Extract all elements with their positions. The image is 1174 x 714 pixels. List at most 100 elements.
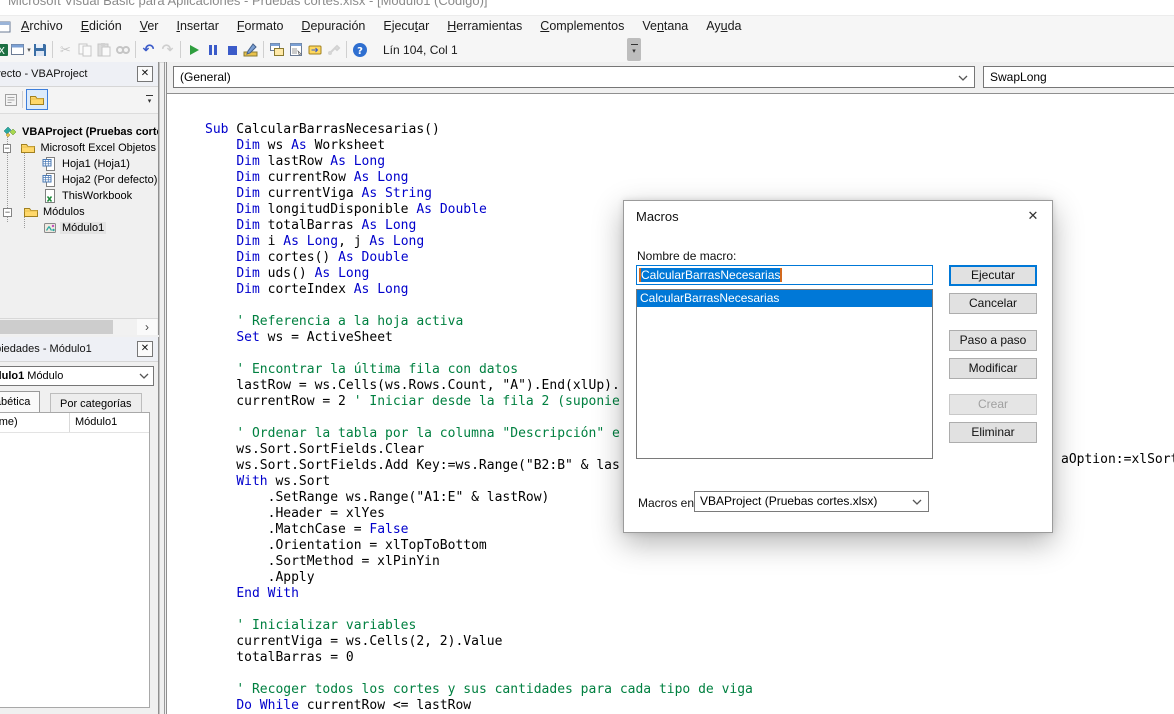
project-explorer-button[interactable] [267,39,286,60]
close-icon[interactable]: ✕ [137,341,153,357]
object-selector-name: Módulo1 [0,370,24,382]
ejecutar-button[interactable]: Ejecutar [949,265,1037,286]
object-selector-type: Módulo [24,370,63,382]
find-icon [115,42,131,58]
project-explorer-icon [269,42,285,58]
toolbar-buttons: X ▾ ✂ ↶↷? [0,37,369,62]
folder-icon [23,204,39,220]
toolbox-button[interactable] [324,39,343,60]
tree-item-label: Microsoft Excel Objetos [38,142,158,154]
menu-ayuda[interactable]: Ayuda [697,16,750,37]
menu-bar: ArchivoEdiciónVerInsertarFormatoDepuraci… [0,16,1174,37]
property-name: (Name) [0,413,18,432]
collapse-icon[interactable]: − [3,208,12,217]
paste-button[interactable] [94,39,113,60]
design-mode-button[interactable] [241,39,260,60]
menu-formato[interactable]: Formato [228,16,293,37]
hscrollbar-right-arrow[interactable]: › [137,319,157,335]
toolbar-options-button[interactable]: ▾ [627,38,641,61]
close-icon[interactable]: ✕ [1020,204,1046,228]
menu-archivo[interactable]: Archivo [12,16,72,37]
procedure-combo-value: SwapLong [990,70,1047,84]
menu-depuracion[interactable]: Depuración [292,16,374,37]
tab-alphabetic[interactable]: Alfabética [0,391,40,412]
menu-ventana[interactable]: Ventana [633,16,697,37]
module-icon [42,220,58,236]
macros-dialog: Macros ✕ Nombre de macro: CalcularBarras… [623,200,1053,533]
properties-panel-title: Propiedades - Módulo1 [0,337,92,361]
menu-herramientas[interactable]: Herramientas [438,16,531,37]
paste-icon [96,42,112,58]
menu-complementos[interactable]: Complementos [531,16,633,37]
procedure-combo[interactable]: SwapLong [983,66,1174,88]
tree-item[interactable]: Hoja1 (Hoja1) [0,156,158,172]
undo-button[interactable]: ↶ [139,39,158,60]
tree-item[interactable]: VBAProject (Pruebas cortes.xlsx) [0,124,158,140]
modificar-button[interactable]: Modificar [949,358,1037,379]
cut-icon: ✂ [60,42,71,58]
view-code-button[interactable] [3,92,19,108]
tree-item[interactable]: −Módulos [0,204,158,220]
vba-editor-window: Microsoft Visual Basic para Aplicaciones… [0,0,1174,714]
copy-button[interactable] [75,39,94,60]
macros-in-combo[interactable]: VBAProject (Pruebas cortes.xlsx) [694,491,929,512]
menu-insertar[interactable]: Insertar [167,16,227,37]
insert-userform-icon [10,42,26,58]
sheet-icon [42,172,58,188]
undo-icon: ↶ [143,41,155,58]
tree-item[interactable]: Módulo1 [0,220,158,236]
tree-item[interactable]: − Microsoft Excel Objetos [0,140,158,156]
macro-list-item[interactable]: CalcularBarrasNecesarias [637,290,932,307]
properties-panel-titlebar: Propiedades - Módulo1 ✕ [0,337,158,362]
tree-item-label: Hoja1 (Hoja1) [60,158,132,170]
properties-window-button[interactable] [286,39,305,60]
hscrollbar-thumb[interactable] [0,320,113,334]
toggle-folders-button[interactable] [26,89,48,110]
run-button[interactable] [184,39,203,60]
paso-a-paso-button[interactable]: Paso a paso [949,330,1037,351]
save-button[interactable] [30,39,49,60]
close-icon[interactable]: ✕ [137,66,153,82]
toolbox-icon [326,42,342,58]
chevron-down-icon [912,499,922,505]
collapse-icon[interactable]: − [3,144,11,153]
tree-item[interactable]: ThisWorkbook [0,188,158,204]
project-panel-toolbar: ▾ [0,87,158,114]
object-browser-icon [307,42,323,58]
save-icon [32,42,48,58]
property-row[interactable]: (Name) Módulo1 [0,413,149,433]
redo-button[interactable]: ↷ [158,39,177,60]
crear-button: Crear [949,394,1037,415]
cancelar-button[interactable]: Cancelar [949,293,1037,314]
menu-edicion[interactable]: Edición [72,16,131,37]
macros-in-label: Macros en: [638,496,697,510]
project-toolbar-overflow-button[interactable]: ▾ [144,90,155,109]
sheet-icon [42,156,58,172]
code-text-fragment: aOption:=xlSort [1061,452,1174,468]
object-selector-combo[interactable]: Módulo1 Módulo [0,366,154,386]
macro-list[interactable]: CalcularBarrasNecesarias [636,289,933,459]
menu-ver[interactable]: Ver [131,16,168,37]
find-button[interactable] [113,39,132,60]
object-browser-button[interactable] [305,39,324,60]
macro-name-input[interactable]: CalcularBarrasNecesarias [636,265,933,285]
insert-userform-button[interactable]: ▾ [11,39,30,60]
tree-item[interactable]: Hoja2 (Por defecto) [0,172,158,188]
eliminar-button[interactable]: Eliminar [949,422,1037,443]
tree-item-label: ThisWorkbook [60,190,134,202]
excel-icon: X [0,42,10,58]
macros-dialog-titlebar[interactable]: Macros ✕ [624,201,1052,231]
tree-item-label: Hoja2 (Por defecto) [60,174,159,186]
help-button[interactable]: ? [350,39,369,60]
object-combo-value: (General) [180,70,231,84]
cut-button[interactable]: ✂ [56,39,75,60]
svg-text:X: X [0,46,5,57]
object-combo[interactable]: (General) [173,66,975,88]
tab-by-category[interactable]: Por categorías [50,393,142,412]
reset-button[interactable] [222,39,241,60]
break-icon [205,42,221,58]
menu-ejecutar[interactable]: Ejecutar [374,16,438,37]
break-button[interactable] [203,39,222,60]
project-tree-hscrollbar[interactable]: › [0,318,158,335]
window-title: Microsoft Visual Basic para Aplicaciones… [8,0,488,8]
